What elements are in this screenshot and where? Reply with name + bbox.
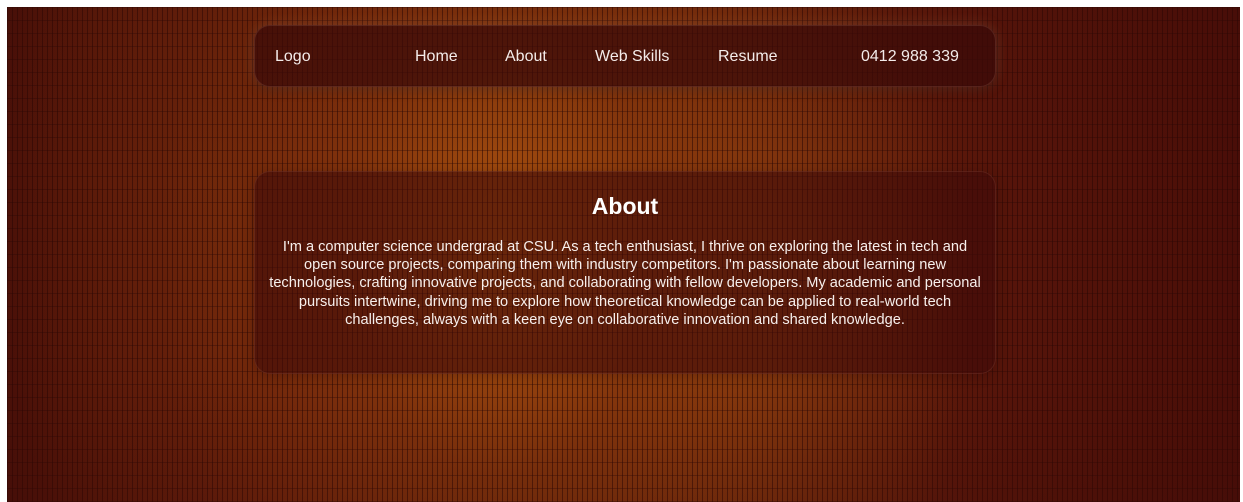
phone-number[interactable]: 0412 988 339 [861,46,959,68]
nav-link-web-skills[interactable]: Web Skills [595,46,669,68]
about-title: About [591,193,659,219]
about-description: I'm a computer science undergrad at CSU.… [269,239,981,328]
nav-link-resume[interactable]: Resume [718,46,778,68]
nav-link-about[interactable]: About [505,46,547,68]
about-card: About I'm a computer science undergrad a… [254,171,996,374]
page-background: Logo Home About Web Skills Resume 0412 9… [7,7,1240,502]
logo[interactable]: Logo [275,46,311,68]
navbar: Logo Home About Web Skills Resume 0412 9… [254,25,996,87]
nav-link-home[interactable]: Home [415,46,458,68]
